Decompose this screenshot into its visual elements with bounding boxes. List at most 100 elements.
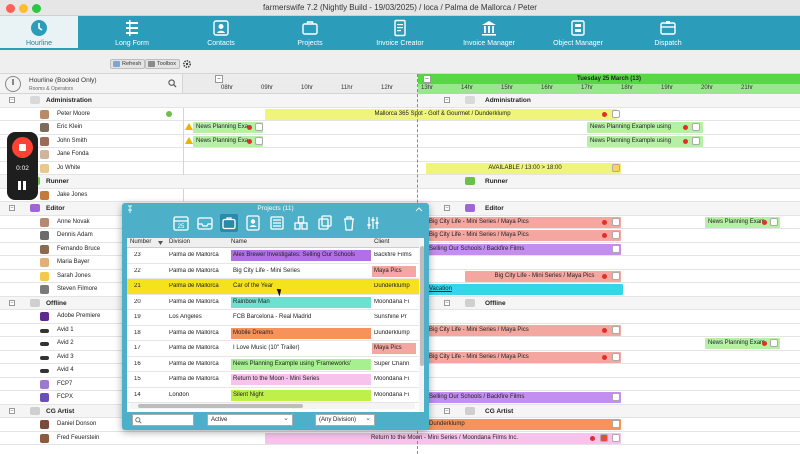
nav-dispatch[interactable]: Dispatch xyxy=(629,16,707,50)
collapse-toggle[interactable]: – xyxy=(9,299,15,306)
nav-invoice-creator[interactable]: Invoice Creator xyxy=(361,16,439,50)
collapse-icon[interactable] xyxy=(415,205,423,213)
resource-row[interactable]: Jo White AVAILABLE / 13:00 > 18:00 xyxy=(0,161,800,175)
row-number: 21 xyxy=(134,283,141,289)
resource-row[interactable]: Jake Jones xyxy=(0,188,800,202)
table-row-selected[interactable]: 21 Palma de Mallorca Car of the Year Dun… xyxy=(127,279,419,295)
booking-menu-icon[interactable] xyxy=(612,433,620,442)
nav-hourline[interactable]: Hourline xyxy=(0,16,78,50)
booking-menu-icon[interactable] xyxy=(612,109,620,118)
collapse-toggle[interactable]: – xyxy=(444,205,450,211)
booking-menu-icon[interactable] xyxy=(612,352,620,361)
booking-menu-icon[interactable] xyxy=(692,123,700,131)
gear-icon[interactable] xyxy=(182,59,192,69)
booking-block[interactable]: Mallorca 365 Spot - Golf & Gourmet / Dun… xyxy=(265,108,617,120)
booking-block[interactable]: Big City Life - Mini Series / Maya Pics xyxy=(426,324,621,336)
project-search-input[interactable] xyxy=(132,414,194,426)
scrollbar-thumb[interactable] xyxy=(138,404,303,408)
booking-menu-icon[interactable] xyxy=(770,339,778,347)
booking-block[interactable]: AVAILABLE / 13:00 > 18:00 xyxy=(426,162,621,174)
column-header-number[interactable]: Number xyxy=(130,239,151,245)
booking-block[interactable]: Big City Life - Mini Series / Maya Pics xyxy=(426,216,621,228)
collapse-toggle[interactable]: – xyxy=(444,97,450,103)
resource-row[interactable]: Eric Klein News Planning Exa News Planni… xyxy=(0,121,800,135)
booking-block[interactable]: Vacation xyxy=(426,284,623,295)
list-icon[interactable] xyxy=(268,214,286,232)
division-filter-select[interactable]: (Any Division) xyxy=(315,414,375,426)
booking-block[interactable]: News Planning Exa xyxy=(193,135,263,147)
booking-menu-icon[interactable] xyxy=(612,420,620,428)
group-row-runner[interactable]: Runner Runner xyxy=(0,175,800,189)
table-row[interactable]: 15 Palma de Mallorca Return to the Moon … xyxy=(127,372,419,388)
booking-block[interactable]: Dunderklump xyxy=(426,419,621,430)
table-row[interactable]: 19 Los Angeles FCB Barcelona - Real Madr… xyxy=(127,310,419,326)
booking-menu-icon[interactable] xyxy=(612,244,620,253)
resource-row[interactable]: Peter Moore Mallorca 365 Spot - Golf & G… xyxy=(0,107,800,121)
nav-object-manager[interactable]: Object Manager xyxy=(539,16,617,50)
status-filter-select[interactable]: Active xyxy=(207,414,293,426)
booking-block[interactable]: Selling Our Schools / Backfire Films xyxy=(426,243,621,255)
booking-block[interactable]: Selling Our Schools / Backfire Films xyxy=(426,392,621,403)
collapse-toggle[interactable]: – xyxy=(444,299,450,306)
booking-block[interactable]: Big City Life - Mini Series / Maya Pics xyxy=(465,270,621,282)
collapse-day-button[interactable]: – xyxy=(215,75,223,83)
inbox-icon[interactable] xyxy=(196,214,214,232)
nav-invoice-manager[interactable]: Invoice Manager xyxy=(450,16,528,50)
search-icon[interactable] xyxy=(168,79,177,88)
collapse-day-button[interactable]: – xyxy=(423,75,431,83)
pause-icon[interactable] xyxy=(18,181,27,190)
group-row-administration[interactable]: – Administration – Administration xyxy=(0,94,800,108)
booking-menu-icon[interactable] xyxy=(612,163,620,172)
resource-row[interactable]: John Smith News Planning Exa News Planni… xyxy=(0,134,800,148)
table-row[interactable]: 17 Palma de Mallorca I Love Music (10" T… xyxy=(127,341,419,357)
objects-icon[interactable] xyxy=(292,214,310,232)
collapse-toggle[interactable]: – xyxy=(9,97,15,103)
nav-contacts[interactable]: Contacts xyxy=(182,16,260,50)
vertical-scrollbar[interactable] xyxy=(419,238,424,412)
booking-block[interactable]: Big City Life - Mini Series / Maya Pics xyxy=(426,351,621,363)
collapse-toggle[interactable]: – xyxy=(9,407,15,414)
booking-menu-icon[interactable] xyxy=(612,271,620,280)
table-row[interactable]: 22 Palma de Mallorca Big City Life - Min… xyxy=(127,264,419,279)
sliders-icon[interactable] xyxy=(364,214,382,232)
table-row[interactable]: 18 Palma de Mallorca Mobile Dreams Dunde… xyxy=(127,326,419,341)
collapse-toggle[interactable]: – xyxy=(444,407,450,414)
nav-long-form[interactable]: Long Form xyxy=(93,16,171,50)
column-header-name[interactable]: Name xyxy=(231,239,247,245)
booking-menu-icon[interactable] xyxy=(612,217,620,226)
contacts-icon[interactable] xyxy=(244,214,262,232)
booking-block[interactable]: News Planning Exa xyxy=(193,122,263,133)
booking-menu-icon[interactable] xyxy=(692,136,700,145)
resource-row[interactable]: Fred Feuerstein Return to the Moon - Min… xyxy=(0,432,800,445)
booking-menu-icon[interactable] xyxy=(612,231,620,239)
column-header-client[interactable]: Client xyxy=(374,239,389,245)
copy-icon[interactable] xyxy=(316,214,334,232)
table-row[interactable]: 23 Palma de Mallorca Alex Brewer Investi… xyxy=(127,248,419,264)
booking-menu-icon[interactable] xyxy=(255,123,263,131)
table-row[interactable]: 16 Palma de Mallorca News Planning Examp… xyxy=(127,357,419,372)
booking-menu-icon[interactable] xyxy=(770,217,778,226)
scrollbar-thumb[interactable] xyxy=(419,246,424,366)
resource-row[interactable]: Jane Fonda xyxy=(0,148,800,162)
toolbox-button[interactable]: Toolbox xyxy=(145,59,180,69)
nav-projects[interactable]: Projects xyxy=(271,16,349,50)
column-header-division[interactable]: Division xyxy=(169,239,190,245)
horizontal-scrollbar[interactable] xyxy=(130,403,415,409)
trash-icon[interactable] xyxy=(340,214,358,232)
refresh-button[interactable]: Refresh xyxy=(110,59,146,69)
booking-menu-icon[interactable] xyxy=(255,136,263,145)
booking-block[interactable]: News Planning Exam xyxy=(705,338,780,349)
table-row[interactable]: 14 London Silent Night Moondana Fi xyxy=(127,388,419,403)
booking-block[interactable]: News Planning Exam xyxy=(705,216,780,228)
row-name: FCB Barcelona - Real Madrid xyxy=(231,312,371,323)
calendar-icon[interactable]: 25 xyxy=(172,214,190,232)
booking-menu-icon[interactable] xyxy=(612,325,620,334)
collapse-toggle[interactable]: – xyxy=(9,205,15,211)
stop-recording-button[interactable] xyxy=(12,137,33,158)
briefcase-icon[interactable] xyxy=(220,214,238,232)
booking-menu-icon[interactable] xyxy=(612,393,620,401)
booking-block[interactable]: Big City Life - Mini Series / Maya Pics xyxy=(426,230,621,241)
pin-icon[interactable] xyxy=(126,205,134,213)
table-row[interactable]: 20 Palma de Mallorca Rainbow Man Moondan… xyxy=(127,295,419,310)
booking-block[interactable]: Return to the Moon - Mini Series / Moond… xyxy=(265,432,621,444)
